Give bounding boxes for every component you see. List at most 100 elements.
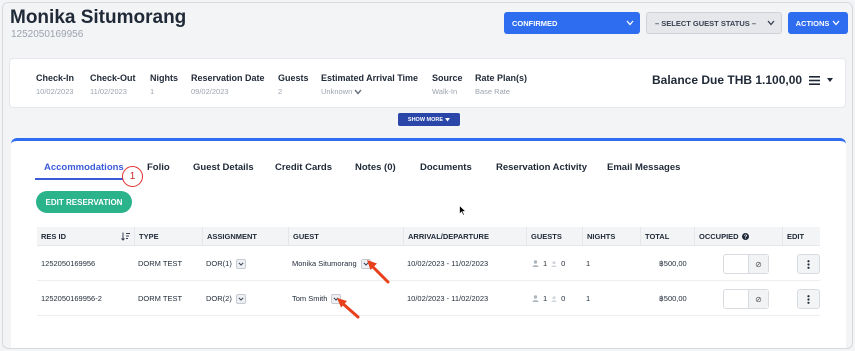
- accommodations-panel: Accommodations Folio Guest Details Credi…: [11, 138, 846, 348]
- row-edit-button[interactable]: [797, 289, 820, 309]
- tab-email-messages[interactable]: Email Messages: [607, 162, 680, 173]
- adult-icon: [532, 295, 539, 302]
- reservation-status-dropdown[interactable]: CONFIRMED: [504, 12, 640, 34]
- tab-reservation-activity[interactable]: Reservation Activity: [496, 162, 587, 173]
- nights-label: Nights: [150, 73, 178, 83]
- tab-documents[interactable]: Documents: [420, 162, 472, 173]
- reservation-page: Monika Situmorang 1252050169956 CONFIRME…: [2, 2, 853, 349]
- tab-folio[interactable]: Folio: [147, 162, 170, 173]
- type-cell: DORM TEST: [138, 259, 183, 268]
- occupied-toggle[interactable]: ⊘: [723, 289, 769, 309]
- ban-icon: ⊘: [748, 255, 768, 273]
- checkout-label: Check-Out: [90, 73, 136, 83]
- child-icon: [551, 295, 557, 302]
- edit-reservation-button[interactable]: EDIT RESERVATION: [36, 191, 132, 213]
- column-guests: GUESTS: [526, 227, 582, 246]
- caret-down-icon: [827, 78, 834, 82]
- help-icon[interactable]: ?: [741, 233, 749, 240]
- chevron-down-icon: [354, 89, 362, 95]
- dates-cell: 10/02/2023 - 11/02/2023: [407, 294, 489, 303]
- ban-icon: ⊘: [748, 290, 768, 308]
- guest-name-title: Monika Situmorang: [10, 7, 187, 28]
- step-number-badge: 1: [122, 166, 143, 187]
- reservation-date-value: 09/02/2023: [191, 87, 229, 96]
- row-edit-button[interactable]: [797, 254, 820, 274]
- occupied-toggle[interactable]: ⊘: [723, 254, 769, 274]
- show-more-label: SHOW MORE: [407, 116, 444, 123]
- assignment-dropdown[interactable]: [235, 258, 246, 269]
- chevron-down-icon: [832, 20, 840, 26]
- nights-cell: 1: [586, 294, 591, 303]
- eta-field: Estimated Arrival Time Unknown: [321, 73, 418, 96]
- accommodations-table: RES ID TYPE ASSIGNMENT GUEST ARRIVAL/DEP…: [37, 227, 820, 316]
- active-tab-indicator: [35, 178, 132, 180]
- mouse-cursor-icon: [459, 205, 467, 216]
- guests-count-cell: 1 0: [528, 281, 565, 316]
- occupied-header-label: OCCUPIED: [699, 232, 739, 241]
- guest-status-dropdown[interactable]: – SELECT GUEST STATUS –: [646, 12, 782, 34]
- source-value: Walk-In: [432, 87, 458, 96]
- res-id-cell: 1252050169956-2: [41, 294, 102, 303]
- eta-value: Unknown: [321, 87, 353, 96]
- status-label: CONFIRMED: [512, 18, 558, 28]
- column-assignment: ASSIGNMENT: [202, 227, 288, 246]
- tab-credit-cards[interactable]: Credit Cards: [275, 162, 332, 173]
- source-label: Source: [432, 73, 463, 83]
- nights-field: Nights 1: [150, 73, 178, 96]
- checkin-label: Check-In: [36, 73, 75, 83]
- chevron-down-icon: [626, 20, 634, 26]
- chevron-down-icon: [767, 20, 775, 26]
- tab-notes[interactable]: Notes (0): [355, 162, 396, 173]
- tab-accommodations[interactable]: Accommodations: [44, 162, 124, 173]
- more-vertical-icon: [807, 294, 810, 304]
- sort-icon: [121, 232, 130, 241]
- total-cell: ฿500,00: [659, 259, 687, 268]
- child-icon: [551, 260, 557, 267]
- guest-value: Tom Smith: [292, 294, 328, 303]
- guest-status-label: – SELECT GUEST STATUS –: [655, 18, 756, 28]
- balance-due[interactable]: Balance Due THB 1.100,00: [652, 73, 834, 87]
- table-header: RES ID TYPE ASSIGNMENT GUEST ARRIVAL/DEP…: [37, 227, 820, 246]
- nights-value: 1: [150, 87, 155, 96]
- nights-cell: 1: [586, 259, 591, 268]
- checkout-field: Check-Out 11/02/2023: [90, 73, 136, 96]
- tab-guest-details[interactable]: Guest Details: [193, 162, 254, 173]
- annotation-arrow-icon: [337, 298, 360, 319]
- actions-button[interactable]: ACTIONS: [788, 12, 848, 34]
- checkin-value: 10/02/2023: [36, 87, 74, 96]
- assignment-dropdown[interactable]: [235, 293, 246, 304]
- adults-count: 1: [543, 294, 548, 303]
- balance-due-label: Balance Due THB 1.100,00: [652, 73, 803, 87]
- more-vertical-icon: [807, 259, 810, 269]
- source-field: Source Walk-In: [432, 73, 463, 96]
- assignment-cell: DOR(1): [202, 246, 246, 281]
- res-id-header-label: RES ID: [41, 232, 67, 241]
- type-cell: DORM TEST: [138, 294, 183, 303]
- total-cell: ฿500,00: [659, 294, 687, 303]
- reservation-date-field: Reservation Date 09/02/2023: [191, 73, 265, 96]
- assignment-value: DOR(1): [206, 259, 232, 268]
- checkout-value: 11/02/2023: [90, 87, 127, 96]
- rate-plan-field: Rate Plan(s) Base Rate: [475, 73, 527, 96]
- res-id-cell: 1252050169956: [41, 259, 96, 268]
- actions-label: ACTIONS: [795, 18, 830, 28]
- guest-cell: Monika Situmorang: [288, 246, 371, 281]
- column-arrival-departure: ARRIVAL/DEPARTURE: [403, 227, 526, 246]
- children-count: 0: [561, 259, 566, 268]
- chevron-down-icon: [238, 296, 244, 301]
- column-guest: GUEST: [288, 227, 403, 246]
- guests-count-cell: 1 0: [528, 246, 565, 281]
- show-more-button[interactable]: SHOW MORE: [398, 113, 460, 126]
- children-count: 0: [561, 294, 566, 303]
- checkin-field: Check-In 10/02/2023: [36, 73, 74, 96]
- eta-dropdown[interactable]: Unknown: [321, 87, 418, 96]
- eta-label: Estimated Arrival Time: [321, 73, 419, 83]
- column-res-id[interactable]: RES ID: [37, 227, 134, 246]
- reservation-summary-card: Check-In 10/02/2023 Check-Out 11/02/2023…: [9, 58, 846, 108]
- guest-value: Monika Situmorang: [292, 259, 357, 268]
- reservation-number: 1252050169956: [11, 29, 84, 40]
- adults-count: 1: [543, 259, 548, 268]
- column-type: TYPE: [134, 227, 202, 246]
- guests-label: Guests: [278, 73, 309, 83]
- table-row: 1252050169956-2 DORM TEST DOR(2) Tom Smi…: [37, 281, 820, 316]
